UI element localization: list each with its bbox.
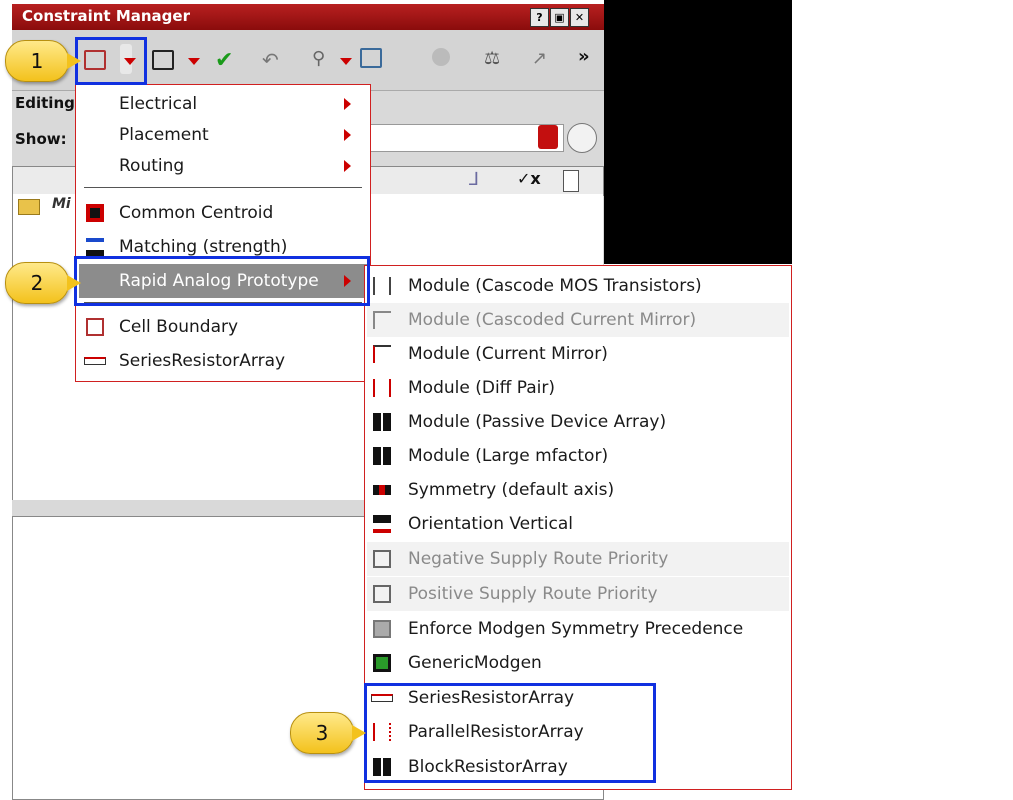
menu-item-cell-boundary[interactable]: Cell Boundary <box>76 310 370 344</box>
grid-icon <box>373 413 391 431</box>
undo-icon[interactable]: ↶ <box>262 48 279 72</box>
route-priority-icon <box>373 550 391 568</box>
diff-pair-icon <box>373 379 391 397</box>
show-label: Show: <box>15 130 67 148</box>
submenu-item-large-mfactor[interactable]: Module (Large mfactor) <box>365 439 791 473</box>
orientation-icon <box>373 515 391 533</box>
show-select[interactable] <box>362 124 564 152</box>
highlight-box-rapid-analog-prototype <box>74 256 370 306</box>
window-title: Constraint Manager <box>22 7 190 25</box>
submenu-item-passive-device-array[interactable]: Module (Passive Device Array) <box>365 405 791 439</box>
editing-label: Editing <box>15 94 75 112</box>
common-centroid-icon <box>86 204 104 222</box>
pointer-icon[interactable]: ↗ <box>532 48 547 69</box>
cascoded-mirror-icon <box>373 311 391 329</box>
grid-icon <box>373 447 391 465</box>
highlight-box-toolbar-button <box>75 37 147 85</box>
submenu-item-cascoded-current-mirror[interactable]: Module (Cascoded Current Mirror) <box>367 303 789 337</box>
submenu-arrow-icon <box>344 129 351 141</box>
chevron-down-icon[interactable] <box>340 58 352 65</box>
help-button[interactable]: ? <box>530 8 549 27</box>
fit-view-icon[interactable] <box>360 48 382 68</box>
route-priority-icon <box>373 585 391 603</box>
notes-icon[interactable] <box>563 170 579 192</box>
select-icon[interactable]: ⚖ <box>484 48 500 69</box>
chevron-down-icon[interactable] <box>188 58 200 65</box>
modgen-symmetry-icon <box>373 620 391 638</box>
submenu-item-current-mirror[interactable]: Module (Current Mirror) <box>365 337 791 371</box>
check-icon[interactable]: ✔ <box>215 48 233 73</box>
submenu-item-generic-modgen[interactable]: GenericModgen <box>365 646 791 680</box>
show-dropdown-button[interactable] <box>538 125 558 149</box>
submenu-item-orientation-vertical[interactable]: Orientation Vertical <box>365 507 791 541</box>
callout-badge-3: 3 <box>290 712 366 754</box>
close-button[interactable]: ✕ <box>570 8 589 27</box>
title-bar: Constraint Manager ? ▣ ✕ <box>12 4 604 30</box>
menu-item-series-resistor-array[interactable]: SeriesResistorArray <box>76 344 370 378</box>
submenu-item-positive-supply-route[interactable]: Positive Supply Route Priority <box>367 577 789 611</box>
menu-item-placement[interactable]: Placement <box>76 118 370 152</box>
axis-icon[interactable]: ⅃ <box>469 169 479 190</box>
matching-icon <box>86 238 104 256</box>
constraint-list-icon[interactable] <box>152 50 174 70</box>
submenu-item-diff-pair[interactable]: Module (Diff Pair) <box>365 371 791 405</box>
menu-separator <box>84 187 362 188</box>
tree-item[interactable]: Mi <box>52 196 71 212</box>
callout-badge-2: 2 <box>5 262 81 304</box>
current-mirror-icon <box>373 345 391 363</box>
background-panel <box>604 0 792 264</box>
symmetry-icon <box>373 485 391 495</box>
generic-modgen-icon <box>373 654 391 672</box>
highlight-box-resistor-arrays <box>364 683 656 783</box>
menu-item-common-centroid[interactable]: Common Centroid <box>76 196 370 230</box>
series-resistor-icon <box>84 357 106 365</box>
submenu-item-negative-supply-route[interactable]: Negative Supply Route Priority <box>367 542 789 576</box>
menu-item-electrical[interactable]: Electrical <box>76 87 370 121</box>
hierarchy-icon[interactable]: ⚲ <box>312 48 325 69</box>
submenu-arrow-icon <box>344 98 351 110</box>
cascode-mos-icon <box>373 277 391 295</box>
submenu-arrow-icon <box>344 160 351 172</box>
folder-icon <box>18 199 40 215</box>
restore-button[interactable]: ▣ <box>550 8 569 27</box>
submenu-item-cascode-mos[interactable]: Module (Cascode MOS Transistors) <box>365 269 791 303</box>
constraint-type-menu: Electrical Placement Routing Common Cent… <box>75 84 371 382</box>
submenu-item-enforce-modgen-symmetry[interactable]: Enforce Modgen Symmetry Precedence <box>365 612 791 646</box>
formula-icon[interactable]: ✓x <box>517 169 541 188</box>
cell-boundary-icon <box>86 318 104 336</box>
stop-icon[interactable] <box>432 48 450 66</box>
more-tools-button[interactable]: » <box>578 46 590 67</box>
browse-button[interactable] <box>567 123 597 153</box>
callout-badge-1: 1 <box>5 40 81 82</box>
menu-item-routing[interactable]: Routing <box>76 149 370 183</box>
submenu-item-symmetry[interactable]: Symmetry (default axis) <box>365 473 791 507</box>
